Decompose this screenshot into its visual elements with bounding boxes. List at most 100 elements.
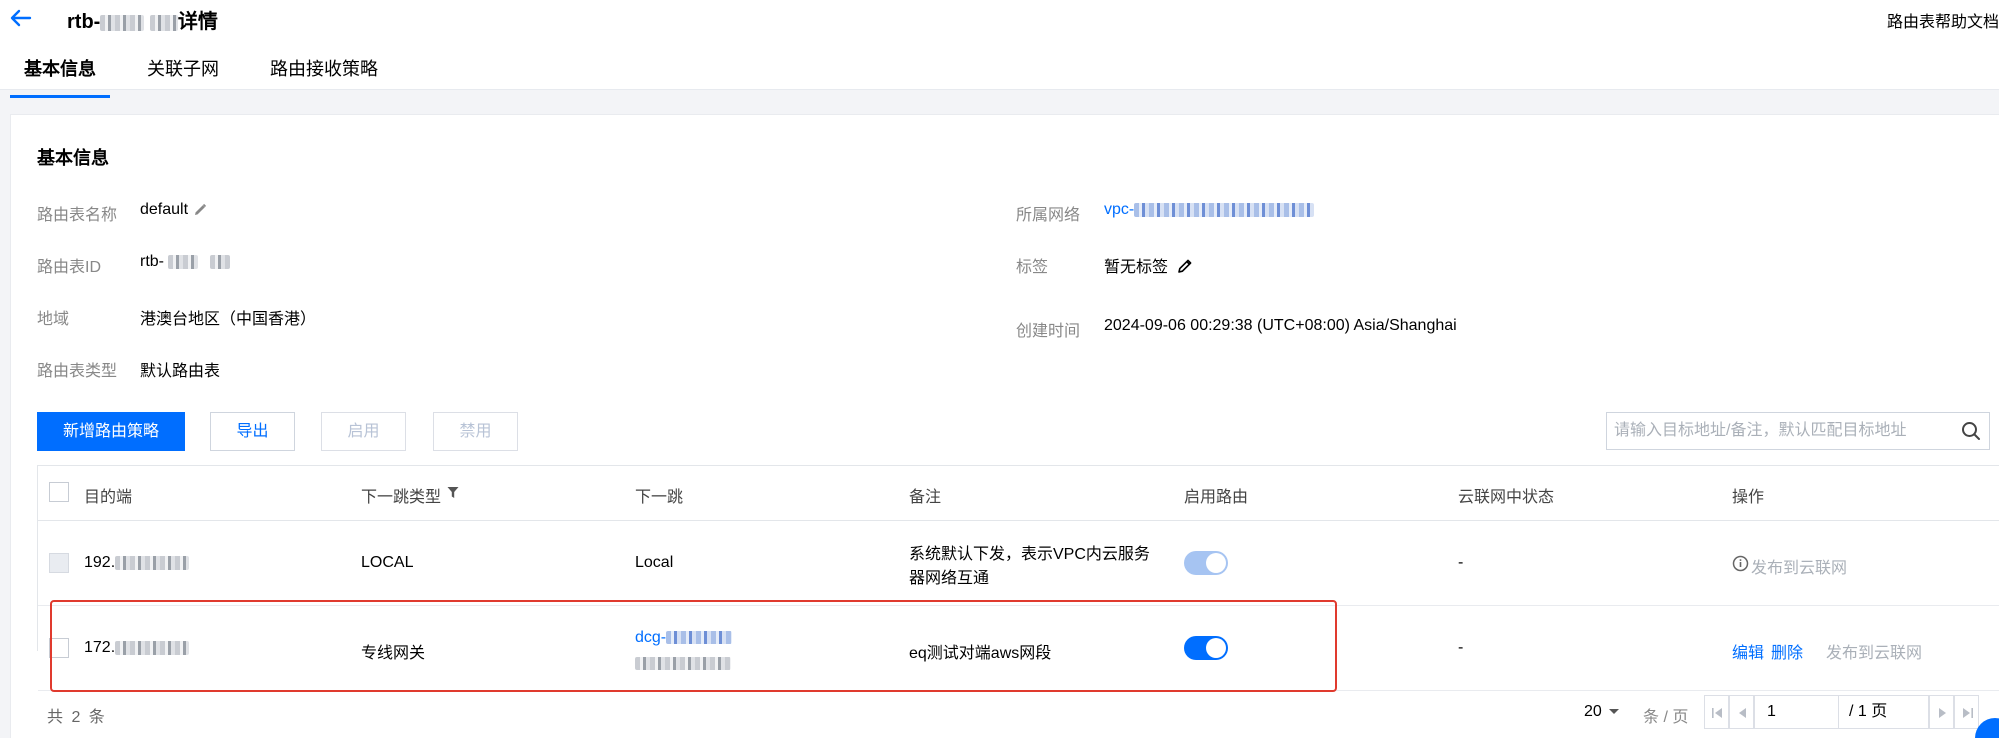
table-row: 172. 专线网关 dcg- eq测试对端aws网段 - 编辑 删除 发布到云联… — [38, 606, 1999, 691]
next-hop-link-text: dcg- — [635, 629, 667, 646]
redacted-id — [168, 255, 198, 269]
delete-route-link[interactable]: 删除 — [1771, 639, 1803, 663]
tab-associated-subnets[interactable]: 关联子网 — [133, 56, 233, 90]
add-route-policy-button[interactable]: 新增路由策略 — [37, 412, 185, 451]
redacted-id — [100, 14, 145, 31]
last-page-icon[interactable] — [1954, 695, 1979, 729]
top-bar: rtb- 详情 路由表帮助文档 基本信息 关联子网 路由接收策略 — [0, 0, 1999, 98]
redacted-id — [149, 14, 178, 31]
info-label: 创建时间 — [1016, 323, 1081, 340]
route-table-name-value: default — [140, 201, 189, 218]
page-size-value: 20 — [1584, 703, 1602, 720]
ccn-status-cell: - — [1458, 554, 1464, 571]
prev-page-icon[interactable] — [1729, 695, 1754, 729]
page-number-input-box — [1754, 695, 1839, 729]
enable-route-toggle — [1184, 551, 1228, 575]
info-value: vpc- — [1104, 201, 1315, 219]
row-checkbox — [49, 553, 69, 573]
total-pages-label: / 1 页 — [1839, 695, 1929, 729]
table-header: 目的端 下一跳类型 下一跳 备注 启用路由 云联网中状态 操作 — [38, 466, 1999, 521]
edit-route-link[interactable]: 编辑 — [1732, 639, 1764, 663]
remark-line: 器网络互通 — [909, 570, 990, 587]
column-header-next-hop-type-label: 下一跳类型 — [361, 489, 442, 506]
info-value: default — [140, 201, 208, 219]
column-header-actions: 操作 — [1732, 489, 1765, 506]
redacted-ip — [115, 555, 190, 570]
total-count: 共 2 条 — [47, 709, 107, 726]
publish-to-ccn-label: 发布到云联网 — [1751, 560, 1848, 577]
column-header-next-hop: 下一跳 — [635, 489, 684, 506]
row-checkbox[interactable] — [49, 638, 69, 658]
next-hop-cell: Local — [635, 554, 674, 571]
basic-info-card: 基本信息 路由表名称 default 路由表ID rtb- 地域 港澳台地区（中… — [10, 114, 1999, 738]
next-hop-cell: dcg- — [635, 626, 733, 676]
info-value: 暂无标签 — [1104, 253, 1192, 277]
next-hop-type-cell: LOCAL — [361, 554, 414, 571]
select-all-checkbox[interactable] — [49, 482, 69, 502]
redacted-ip — [115, 640, 190, 655]
toggle-knob — [1206, 553, 1226, 573]
info-circle-icon[interactable] — [1732, 555, 1749, 577]
info-label: 路由表类型 — [37, 363, 118, 380]
vpc-link-text: vpc- — [1104, 201, 1135, 218]
back-arrow-icon[interactable] — [8, 6, 34, 30]
filter-icon[interactable] — [447, 486, 459, 504]
info-label: 路由表ID — [37, 259, 102, 276]
column-header-destination: 目的端 — [84, 489, 133, 506]
publish-to-ccn-disabled: 发布到云联网 — [1732, 554, 1847, 578]
redacted-gateway-name — [635, 657, 731, 671]
tab-basic-info[interactable]: 基本信息 — [10, 56, 110, 98]
export-button[interactable]: 导出 — [210, 412, 295, 451]
table-footer: 共 2 条 20 条 / 页 / 1 页 — [37, 691, 1999, 731]
route-table: 目的端 下一跳类型 下一跳 备注 启用路由 云联网中状态 操作 192. LOC… — [37, 465, 1999, 691]
remark-cell: eq测试对端aws网段 — [909, 645, 1052, 662]
page-title: rtb- 详情 — [67, 5, 218, 34]
created-time-value: 2024-09-06 00:29:38 (UTC+08:00) Asia/Sha… — [1104, 317, 1457, 334]
page-title-suffix: 详情 — [177, 11, 218, 33]
route-search-box — [1606, 412, 1990, 450]
disable-button[interactable]: 禁用 — [433, 412, 518, 451]
edit-pencil-icon[interactable] — [1176, 257, 1192, 273]
column-header-ccn-status: 云联网中状态 — [1458, 489, 1555, 506]
toggle-knob — [1206, 638, 1226, 658]
column-header-enable-route: 启用路由 — [1184, 489, 1249, 506]
remark-line: 系统默认下发，表示VPC内云服务 — [909, 546, 1150, 563]
page-number-input[interactable] — [1755, 696, 1835, 728]
column-header-next-hop-type: 下一跳类型 — [361, 483, 459, 507]
tab-route-receive-policy[interactable]: 路由接收策略 — [256, 56, 392, 90]
redacted-vpc-id — [1134, 202, 1315, 217]
first-page-icon[interactable] — [1704, 695, 1729, 729]
per-page-label: 条 / 页 — [1643, 709, 1689, 726]
enable-route-toggle[interactable] — [1184, 636, 1228, 660]
next-page-icon[interactable] — [1929, 695, 1954, 729]
destination-text: 172. — [84, 639, 116, 656]
destination-cell: 192. — [84, 554, 190, 572]
search-icon[interactable] — [1961, 421, 1981, 441]
page-size-select[interactable]: 20 — [1584, 703, 1620, 721]
chevron-down-icon — [1608, 703, 1620, 721]
next-hop-type-cell: 专线网关 — [361, 645, 426, 662]
info-label: 标签 — [1016, 259, 1049, 276]
remark-cell: 系统默认下发，表示VPC内云服务 器网络互通 — [909, 543, 1150, 591]
enable-button[interactable]: 启用 — [321, 412, 406, 451]
page-title-prefix: rtb- — [67, 11, 101, 33]
ccn-status-cell: - — [1458, 639, 1464, 656]
search-input[interactable] — [1607, 413, 1947, 449]
route-table-id-value: rtb- — [140, 253, 164, 270]
redacted-id — [210, 255, 231, 269]
edit-pencil-icon[interactable] — [192, 202, 208, 218]
tags-value: 暂无标签 — [1104, 259, 1169, 276]
route-table-help-link[interactable]: 路由表帮助文档 — [1887, 8, 1999, 32]
vpc-link[interactable]: vpc- — [1104, 201, 1315, 219]
next-hop-link[interactable]: dcg- — [635, 626, 733, 650]
region-value: 港澳台地区（中国香港） — [140, 311, 317, 328]
info-label: 所属网络 — [1016, 207, 1081, 224]
info-value: rtb- — [140, 253, 231, 271]
info-label: 路由表名称 — [37, 207, 118, 224]
column-header-remark: 备注 — [909, 489, 942, 506]
section-title: 基本信息 — [37, 148, 109, 168]
destination-text: 192. — [84, 554, 116, 571]
publish-to-ccn-disabled: 发布到云联网 — [1826, 645, 1923, 662]
destination-cell: 172. — [84, 639, 190, 657]
tab-bar: 基本信息 关联子网 路由接收策略 — [10, 56, 415, 98]
